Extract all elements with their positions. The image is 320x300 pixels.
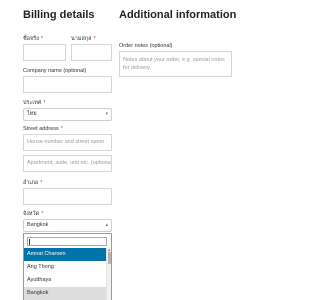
last-name-input[interactable]: [71, 44, 112, 61]
dropdown-scrollbar[interactable]: ▴: [106, 248, 111, 300]
country-selected-value: ไทย: [27, 111, 37, 117]
text-cursor: [29, 239, 30, 245]
order-notes-label: Order notes (optional): [119, 43, 173, 49]
chevron-down-icon: ▾: [105, 111, 108, 117]
country-select[interactable]: ไทย ▾: [23, 108, 112, 121]
province-option[interactable]: Ayutthaya: [24, 274, 107, 287]
province-select[interactable]: Bangkok ▴: [23, 219, 112, 232]
company-name-label: Company name (optional): [23, 68, 87, 74]
billing-details-heading: Billing details: [23, 9, 95, 21]
province-dropdown: Amnat Charoen Ang Thong Ayutthaya Bangko…: [23, 233, 112, 300]
province-option[interactable]: Ang Thong: [24, 261, 107, 274]
last-name-label: นามสกุล *: [71, 36, 96, 42]
street-address-label: Street address *: [23, 126, 63, 132]
first-name-label: ชื่อจริง *: [23, 36, 44, 42]
province-selected-value: Bangkok: [27, 222, 49, 228]
country-label: ประเทศ *: [23, 100, 46, 106]
province-option[interactable]: Amnat Charoen: [24, 248, 107, 261]
district-label: อำเภอ *: [23, 180, 43, 186]
district-input[interactable]: [23, 188, 112, 205]
province-search-input[interactable]: [27, 237, 107, 246]
province-option[interactable]: Bangkok: [24, 287, 107, 300]
province-label: จังหวัด *: [23, 211, 44, 217]
street-address-input[interactable]: House number and street name: [23, 134, 112, 151]
street-address-line2-input[interactable]: Apartment, suite, unit etc. (optional): [23, 155, 112, 172]
province-options-list: Amnat Charoen Ang Thong Ayutthaya Bangko…: [24, 248, 107, 300]
first-name-input[interactable]: [23, 44, 66, 61]
chevron-up-icon: ▴: [105, 222, 108, 228]
scrollbar-thumb[interactable]: [108, 252, 111, 264]
company-name-input[interactable]: [23, 76, 112, 93]
order-notes-textarea[interactable]: Notes about your order, e.g. special not…: [119, 51, 232, 77]
additional-information-heading: Additional information: [119, 9, 237, 21]
